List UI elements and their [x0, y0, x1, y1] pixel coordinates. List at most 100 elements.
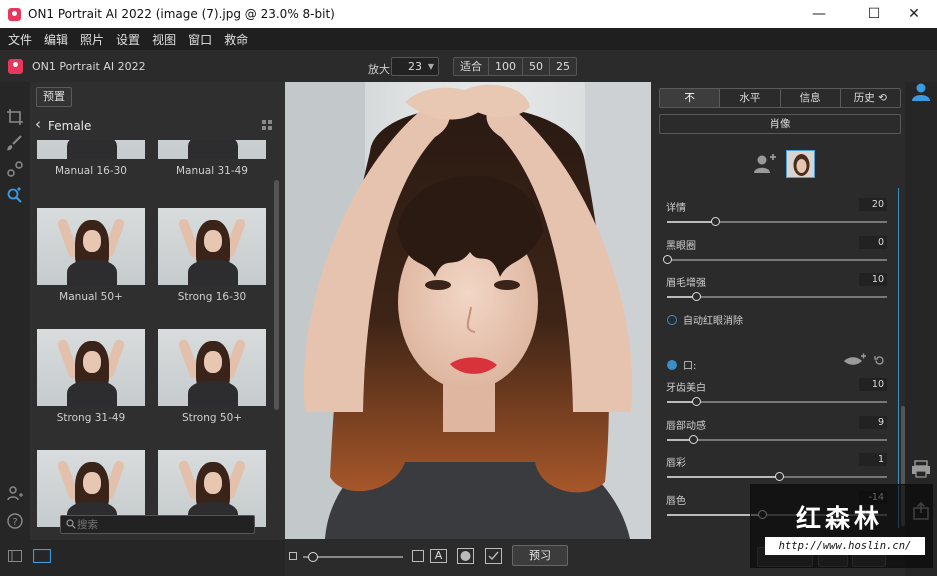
slider-label: 唇部动感 [666, 421, 706, 432]
mouth-section-row[interactable]: 口: [667, 357, 696, 372]
retouch-icon[interactable] [6, 160, 24, 178]
slider-value-field[interactable]: 10 [859, 378, 887, 391]
tab-levels[interactable]: 水平 [720, 89, 781, 107]
on1-logo-icon [8, 59, 23, 74]
preset-thumbnail[interactable] [37, 208, 145, 285]
slider-value-field[interactable]: 9 [859, 416, 887, 429]
main-photo[interactable] [285, 82, 651, 539]
preset-thumbnail[interactable] [37, 329, 145, 406]
slider-track[interactable] [667, 217, 887, 226]
zoom-select[interactable]: 23 ▼ [391, 57, 439, 76]
preset-browser: 预置 ‹ Female Manual 16-30 Manual 31-49 Manu… [30, 82, 285, 540]
preset-label: Strong 16-30 [177, 291, 247, 303]
slider-thumb[interactable] [711, 217, 721, 226]
slider-track[interactable] [667, 292, 887, 301]
slider-track[interactable] [667, 435, 887, 444]
slider-label: 唇色 [666, 496, 686, 507]
menu-view[interactable]: 视图 [152, 31, 176, 48]
slider-thumb[interactable] [663, 255, 672, 264]
crop-icon[interactable] [6, 108, 24, 126]
slider-thumb[interactable] [775, 472, 785, 481]
slider-thumb[interactable] [691, 397, 701, 406]
reset-icon[interactable] [874, 355, 885, 366]
svg-text:?: ? [12, 517, 17, 528]
zoom-50-button[interactable]: 50 [523, 58, 550, 75]
portrait-user-icon[interactable] [911, 82, 931, 102]
slider-value-field[interactable]: 10 [859, 273, 887, 286]
checkmark-view-icon[interactable] [485, 548, 502, 564]
presets-button[interactable]: 预置 [36, 87, 72, 107]
menu-help[interactable]: 救命 [224, 31, 248, 48]
slider-track[interactable] [667, 397, 887, 406]
menu-photo[interactable]: 照片 [80, 31, 104, 48]
zoom-100-button[interactable]: 100 [489, 58, 523, 75]
portrait-button[interactable]: 肖像 [659, 114, 901, 134]
single-view-icon[interactable] [8, 550, 22, 562]
slider-track[interactable] [663, 255, 887, 264]
slider-label: 详情 [666, 203, 686, 214]
zoom-fit-button[interactable]: 适合 [454, 58, 489, 75]
text-icon: A [434, 549, 443, 562]
zoom-slider-thumb[interactable] [308, 552, 318, 562]
preset-thumbnail[interactable] [37, 140, 145, 159]
watermark-logo-text: 红森林 [796, 504, 884, 533]
add-face-icon[interactable] [753, 154, 777, 174]
maximize-icon: ☐ [867, 6, 881, 22]
portrait-tool-icon[interactable] [6, 186, 24, 204]
zoom-in-icon[interactable] [412, 550, 424, 562]
slider-track[interactable] [667, 472, 887, 481]
add-lips-icon[interactable] [843, 353, 867, 367]
preset-label: Strong 50+ [181, 412, 243, 424]
close-button[interactable]: ✕ [891, 0, 937, 28]
slider-value-field[interactable]: 0 [859, 236, 887, 249]
search-input[interactable] [77, 517, 247, 532]
help-icon[interactable]: ? [6, 512, 24, 530]
slider-value-field[interactable]: 20 [859, 198, 887, 211]
chevron-down-icon: ▼ [427, 62, 434, 71]
tab-history[interactable]: 历史 ⟲ [841, 89, 900, 107]
slider-fill [667, 221, 716, 223]
grid-view-icon[interactable] [262, 120, 272, 130]
tab-none[interactable]: 不 [660, 89, 721, 107]
app-icon [8, 7, 21, 21]
slider-label: 黑眼圈 [666, 241, 696, 252]
menu-settings[interactable]: 设置 [116, 31, 140, 48]
preset-thumbnail[interactable] [158, 208, 266, 285]
redeye-toggle[interactable] [667, 315, 677, 325]
redeye-label: 自动红眼消除 [683, 316, 743, 327]
print-icon[interactable] [911, 460, 931, 478]
mask-view-icon[interactable] [457, 548, 474, 564]
mouth-toggle[interactable] [667, 360, 677, 370]
preset-label: Manual 31-49 [175, 165, 248, 177]
compare-view-icon[interactable] [33, 549, 51, 563]
zoom-slider[interactable] [303, 552, 403, 562]
preview-button[interactable]: 预习 [512, 545, 568, 566]
breadcrumb: ‹ Female [30, 115, 278, 137]
mouth-label: 口: [683, 361, 697, 372]
bottom-left-bar [0, 540, 285, 576]
minimize-button[interactable]: — [796, 0, 842, 28]
app-header: ON1 Portrait AI 2022 放大 23 ▼ 适合 100 50 2… [0, 50, 937, 82]
slider-thumb[interactable] [689, 435, 699, 444]
preset-thumbnail[interactable] [158, 140, 266, 159]
close-icon: ✕ [908, 6, 920, 22]
face-thumbnail[interactable] [786, 150, 815, 178]
preset-thumbnail[interactable] [158, 329, 266, 406]
tab-info[interactable]: 信息 [781, 89, 841, 107]
slider-value-field[interactable]: 1 [859, 453, 887, 466]
menu-window[interactable]: 窗口 [188, 31, 212, 48]
browser-scrollbar[interactable] [274, 180, 279, 410]
zoom-25-button[interactable]: 25 [550, 58, 576, 75]
redeye-row[interactable]: 自动红眼消除 [667, 312, 743, 327]
text-overlay-button[interactable]: A [430, 549, 447, 563]
menu-edit[interactable]: 编辑 [44, 31, 68, 48]
back-chevron-icon[interactable]: ‹ [35, 115, 41, 133]
panel-tabs: 不 水平 信息 历史 ⟲ [659, 88, 901, 108]
menu-file[interactable]: 文件 [8, 31, 32, 48]
zoom-out-icon[interactable] [289, 552, 297, 560]
minimize-icon: — [812, 6, 826, 22]
slider-thumb[interactable] [691, 292, 701, 301]
people-icon[interactable] [6, 484, 24, 502]
brush-icon[interactable] [6, 134, 24, 152]
search-box[interactable] [60, 515, 255, 534]
